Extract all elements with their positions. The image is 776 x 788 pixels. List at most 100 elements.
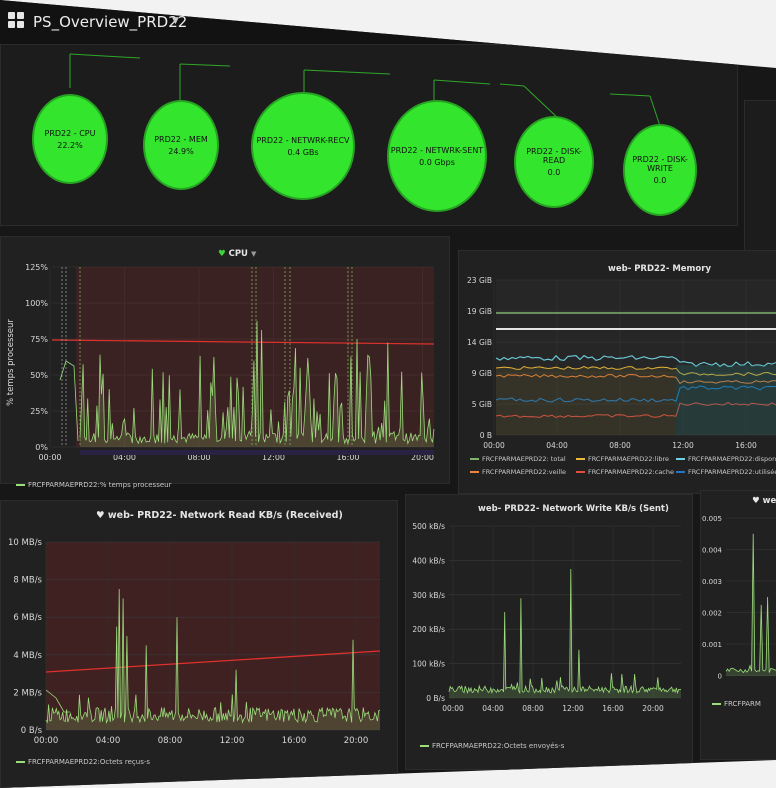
y-tick-label: 0 B/s (21, 726, 43, 736)
legend-label: FRCFPARMAEPRD22: total (482, 455, 566, 463)
x-tick-label: 00:00 (483, 441, 505, 450)
singlestat-label: PRD22 - NETWRK-RECV (256, 135, 350, 145)
y-tick-label: 25% (30, 407, 48, 416)
network-write-legend[interactable]: FRCFPARMAEPRD22:Octets envoyés-s (420, 742, 564, 750)
x-tick-label: 12:00 (220, 736, 245, 746)
plot-area (46, 542, 380, 730)
disk-legend[interactable]: FRCFPARM (712, 700, 761, 708)
y-tick-label: 100 kB/s (412, 660, 445, 669)
x-tick-label: 04:00 (546, 441, 568, 450)
singlestat-disk-write[interactable]: PRD22 - DISK-WRITE 0.0 (625, 126, 695, 214)
singlestat-value: 22.2% (57, 140, 83, 150)
annotation-bar (80, 450, 434, 455)
y-tick-label: 100% (25, 299, 48, 308)
singlestat-label: PRD22 - MEM (154, 134, 208, 144)
y-tick-label: 0.005 (702, 515, 722, 523)
memory-legend-item[interactable]: FRCFPARMAEPRD22:veille (470, 468, 566, 476)
memory-legend-item[interactable]: FRCFPARMAEPRD22:utilisée (676, 468, 776, 476)
singlestat-label: PRD22 - CPU (44, 128, 96, 138)
x-tick-label: 08:00 (609, 441, 631, 450)
network-write-chart[interactable]: 500 kB/s 400 kB/s 300 kB/s 200 kB/s 100 kB/s… (405, 494, 693, 770)
singlestat-value: 0.4 GBs (287, 147, 319, 157)
network-read-legend[interactable]: FRCFPARMAEPRD22:Octets reçus-s (16, 758, 150, 766)
x-tick-label: 16:00 (735, 441, 757, 450)
y-tick-label: 0 B (480, 431, 492, 440)
cpu-legend[interactable]: FRCFPARMAEPRD22:% temps processeur (16, 481, 171, 489)
y-tick-label: 50% (30, 371, 48, 380)
singlestat-value: 0.0 Gbps (419, 157, 455, 167)
series-fill (449, 569, 681, 698)
y-axis-label: % temps processeur (6, 319, 16, 406)
y-tick-label: 0 (718, 673, 722, 681)
y-tick-label: 400 kB/s (412, 556, 445, 565)
top-navbar: PS_Overview_PRD22 ▼ (0, 0, 776, 44)
y-tick-label: 14 GiB (467, 338, 492, 347)
y-tick-label: 0.001 (702, 641, 722, 649)
x-tick-label: 20:00 (344, 736, 369, 746)
legend-swatch (16, 484, 25, 486)
singlestat-value: 24.9% (168, 146, 194, 156)
y-tick-label: 2 MB/s (13, 688, 42, 698)
y-tick-label: 4 MB/s (13, 651, 42, 661)
y-tick-label: 0% (35, 443, 48, 452)
x-tick-label: 16:00 (282, 736, 307, 746)
singlestat-value: 0.0 (653, 176, 667, 185)
legend-swatch (470, 471, 479, 473)
x-tick-label: 20:00 (642, 704, 664, 713)
network-read-chart[interactable]: 10 MB/s 8 MB/s 6 MB/s 4 MB/s 2 MB/s 0 B/s00:0… (0, 500, 398, 788)
series-line (725, 533, 776, 674)
memory-series-fill (676, 365, 776, 435)
y-tick-label: 200 kB/s (412, 625, 445, 634)
disk-chart[interactable]: 0.005 0.004 0.003 0.002 0.001 0 (700, 490, 776, 760)
series-line (448, 568, 682, 695)
x-tick-label: 08:00 (522, 704, 544, 713)
dashboard: PS_Overview_PRD22 ▼ PRD22 - CPU 22.2% PR… (0, 0, 776, 788)
singlestat-value: 0.0 (547, 168, 561, 177)
singlestat-mem[interactable]: PRD22 - MEM 24.9% (145, 102, 217, 188)
memory-legend-item[interactable]: FRCFPARMAEPRD22: total (470, 455, 566, 463)
legend-swatch (676, 458, 685, 460)
legend-label: FRCFPARMAEPRD22:Octets reçus-s (28, 758, 151, 766)
singlestat-disk-read[interactable]: PRD22 - DISK-READ 0.0 (516, 118, 592, 206)
singlestat-label: PRD22 - DISK-WRITE (632, 155, 688, 173)
x-tick-label: 00:00 (34, 736, 59, 746)
legend-label: FRCFPARMAEPRD22:% temps processeur (28, 481, 172, 489)
y-tick-label: 500 kB/s (412, 522, 445, 531)
memory-legend-item[interactable]: FRCFPARMAEPRD22:disponible (676, 455, 776, 463)
dashboards-grid-icon[interactable] (8, 12, 24, 28)
singlestat-cpu[interactable]: PRD22 - CPU 22.2% (34, 96, 106, 182)
singlestat-label: PRD22 - DISK-READ (526, 147, 582, 165)
y-tick-label: 5 GiB (472, 400, 492, 409)
legend-swatch (576, 458, 585, 460)
chevron-down-icon[interactable]: ▼ (172, 16, 179, 26)
legend-swatch (470, 458, 479, 460)
x-tick-label: 04:00 (482, 704, 504, 713)
x-tick-label: 16:00 (602, 704, 624, 713)
y-tick-label: 300 kB/s (412, 591, 445, 600)
legend-label: FRCFPARMAEPRD22:utilisée (688, 468, 776, 476)
legend-label: FRCFPARMAEPRD22:disponible (688, 455, 776, 463)
memory-legend-item[interactable]: FRCFPARMAEPRD22:cache (576, 468, 674, 476)
x-tick-label: 08:00 (158, 736, 183, 746)
legend-label: FRCFPARMAEPRD22:libre (588, 455, 670, 463)
y-tick-label: 0.003 (702, 578, 722, 586)
y-tick-label: 8 MB/s (13, 576, 42, 586)
x-tick-label: 00:00 (442, 704, 464, 713)
singlestat-label: PRD22 - NETWRK-SENT (390, 145, 484, 155)
x-tick-label: 12:00 (562, 704, 584, 713)
legend-swatch (676, 471, 685, 473)
legend-swatch (420, 745, 429, 747)
legend-swatch (576, 471, 585, 473)
memory-legend-item[interactable]: FRCFPARMAEPRD22:libre (576, 455, 669, 463)
singlestat-netwrk-sent[interactable]: PRD22 - NETWRK-SENT 0.0 Gbps (389, 102, 485, 210)
memory-legend: FRCFPARMAEPRD22: total FRCFPARMAEPRD22:li… (470, 455, 776, 485)
dashboard-title[interactable]: PS_Overview_PRD22 (33, 13, 187, 31)
cpu-chart[interactable]: 125%100%75%50%25%0%00:00 04:00 08:00 12:00 1… (0, 236, 450, 484)
legend-label: FRCFPARM (724, 700, 761, 708)
singlestat-netwrk-recv[interactable]: PRD22 - NETWRK-RECV 0.4 GBs (253, 94, 353, 198)
y-tick-label: 9 GiB (472, 369, 492, 378)
y-tick-label: 0 B/s (426, 694, 445, 703)
x-tick-label: 12:00 (672, 441, 694, 450)
y-tick-label: 75% (30, 335, 48, 344)
legend-label: FRCFPARMAEPRD22:veille (482, 468, 567, 476)
